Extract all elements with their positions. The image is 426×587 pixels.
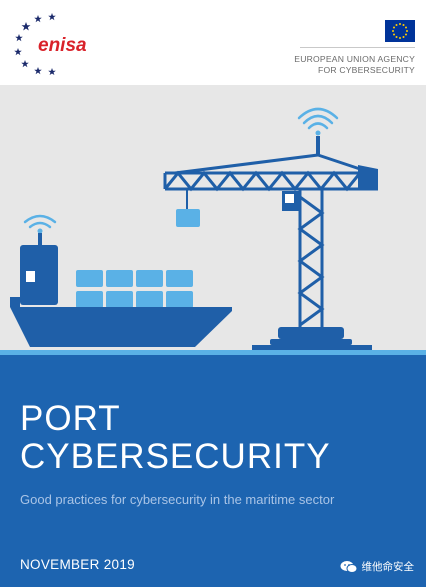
watermark-text: 维他命安全 — [361, 561, 415, 573]
header-divider — [300, 47, 415, 48]
title-line-2: CYBERSECURITY — [20, 437, 331, 476]
agency-line-1: EUROPEAN UNION AGENCY — [294, 54, 415, 64]
header: enisa EUROPEAN UNION AGENCY FOR CYBERSEC… — [0, 0, 426, 85]
port-illustration — [0, 85, 426, 370]
enisa-wordmark: enisa — [38, 35, 87, 56]
eu-flag-icon — [385, 20, 415, 42]
title-line-1: PORT — [20, 399, 121, 438]
agency-line-2: FOR CYBERSECURITY — [318, 65, 415, 75]
enisa-logo: enisa — [14, 13, 87, 75]
document-title: PORT CYBERSECURITY — [20, 400, 331, 476]
watermark: 维他命安全 — [340, 559, 415, 574]
cargo-ship-icon — [10, 214, 232, 347]
chat-bubble-icon — [340, 560, 357, 573]
document-subtitle: Good practices for cybersecurity in the … — [20, 492, 335, 507]
publication-date: NOVEMBER 2019 — [20, 557, 135, 572]
agency-name: EUROPEAN UNION AGENCY FOR CYBERSECURITY — [255, 54, 415, 76]
port-scene — [0, 107, 426, 370]
